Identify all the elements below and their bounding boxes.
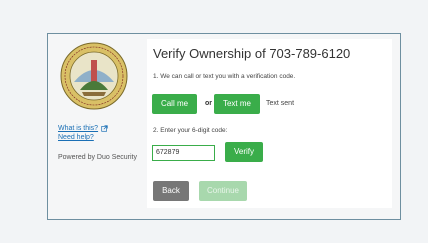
verify-button[interactable]: Verify [225, 142, 263, 162]
need-help-link[interactable]: Need help? [58, 133, 108, 142]
call-me-button[interactable]: Call me [152, 94, 197, 114]
text-me-button[interactable]: Text me [214, 94, 260, 114]
step-1-instructions: 1. We can call or text you with a verifi… [153, 73, 296, 80]
powered-by-text: Powered by Duo Security [58, 154, 137, 161]
continue-button[interactable]: Continue [199, 181, 247, 201]
duo-auth-card: What is this? Need help? Powered by Duo … [47, 33, 401, 220]
county-seal-logo [60, 42, 128, 110]
or-label: or [205, 100, 212, 107]
back-button[interactable]: Back [153, 181, 189, 201]
page-title: Verify Ownership of 703-789-6120 [153, 46, 351, 61]
external-link-icon [101, 125, 108, 132]
step-2-instructions: 2. Enter your 6-digit code: [153, 127, 228, 134]
what-is-this-link[interactable]: What is this? [58, 124, 98, 133]
verification-panel: Verify Ownership of 703-789-6120 1. We c… [147, 39, 392, 208]
verification-code-input[interactable]: 672879 [152, 145, 215, 161]
status-text: Text sent [266, 100, 295, 107]
